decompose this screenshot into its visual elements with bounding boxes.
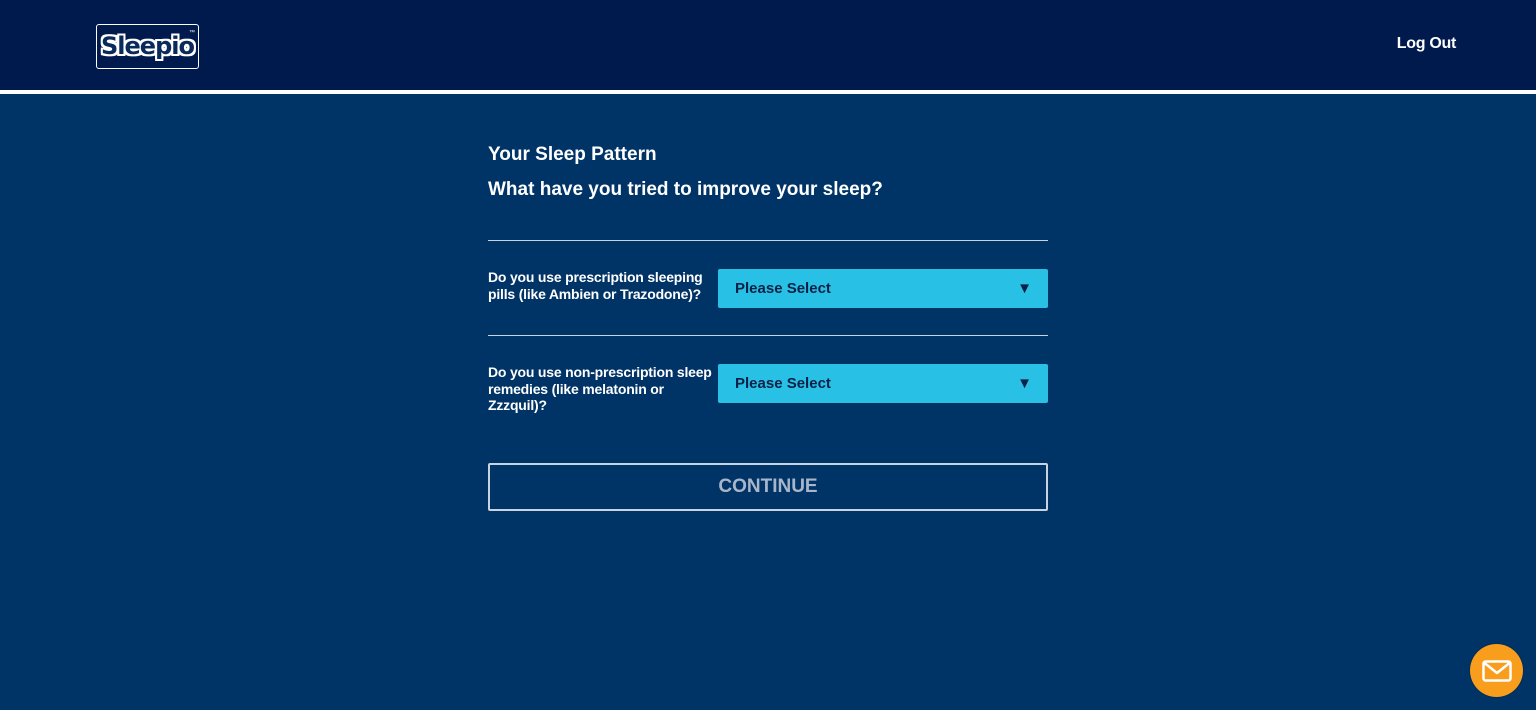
question-row-non-prescription: Do you use non-prescription sleep remedi… bbox=[488, 364, 1048, 414]
question-label-non-prescription: Do you use non-prescription sleep remedi… bbox=[488, 364, 712, 413]
questionnaire-panel: Your Sleep Pattern What have you tried t… bbox=[488, 140, 1048, 511]
logout-link[interactable]: Log Out bbox=[1397, 35, 1457, 53]
dropdown-arrow-icon: ▼ bbox=[1017, 375, 1032, 392]
question-label-prescription: Do you use prescription sleeping pills (… bbox=[488, 269, 703, 302]
mail-icon bbox=[1481, 659, 1512, 682]
prescription-pills-select[interactable]: Please Select ▼ bbox=[718, 269, 1048, 308]
chat-button[interactable] bbox=[1470, 644, 1523, 697]
top-navigation-bar: Sleepio ™ Log Out bbox=[0, 0, 1536, 90]
question-row-prescription: Do you use prescription sleeping pills (… bbox=[488, 269, 1048, 308]
divider bbox=[488, 335, 1048, 336]
question-title: What have you tried to improve your slee… bbox=[488, 179, 883, 200]
divider bbox=[488, 240, 1048, 241]
trademark-symbol: ™ bbox=[189, 30, 195, 36]
non-prescription-remedies-select[interactable]: Please Select ▼ bbox=[718, 364, 1048, 403]
sleepio-logo[interactable]: Sleepio ™ bbox=[96, 24, 199, 69]
dropdown-arrow-icon: ▼ bbox=[1017, 280, 1032, 297]
select-value: Please Select bbox=[735, 375, 831, 392]
header-divider bbox=[0, 90, 1536, 94]
logo-text: Sleepio bbox=[101, 31, 195, 60]
section-title: Your Sleep Pattern bbox=[488, 144, 657, 165]
select-value: Please Select bbox=[735, 280, 831, 297]
continue-button[interactable]: CONTINUE bbox=[488, 462, 1048, 511]
